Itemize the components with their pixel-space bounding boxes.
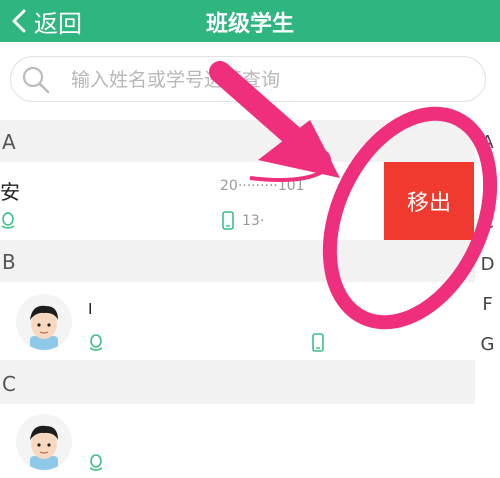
avatar-icon — [30, 425, 58, 470]
section-header-a: A — [0, 122, 475, 162]
student-name: 安 — [0, 180, 20, 204]
index-letter-g[interactable]: G — [475, 334, 500, 355]
index-letter-d[interactable]: D — [475, 254, 500, 275]
qq-icon — [1, 212, 15, 229]
index-letter-b[interactable]: B — [475, 172, 500, 193]
student-name: I — [88, 300, 93, 318]
alphabet-index-bar[interactable]: A B C D F G — [475, 120, 500, 478]
phone-icon — [312, 333, 324, 352]
student-id: 20·········101 — [220, 178, 305, 194]
search-input[interactable] — [71, 63, 471, 97]
student-row[interactable] — [0, 404, 475, 478]
section-header-c: C — [0, 364, 475, 404]
search-box[interactable] — [10, 56, 486, 102]
index-letter-c[interactable]: C — [475, 212, 500, 233]
search-icon — [22, 66, 50, 94]
avatar-icon — [30, 305, 58, 350]
index-letter-f[interactable]: F — [475, 294, 500, 315]
section-header-b: B — [0, 242, 475, 282]
phone-icon — [222, 211, 234, 230]
navigation-bar: 返回 班级学生 — [0, 0, 500, 42]
avatar — [16, 414, 72, 470]
qq-icon — [89, 454, 103, 471]
remove-button[interactable]: 移出 — [384, 162, 474, 240]
page-title: 班级学生 — [205, 12, 294, 37]
avatar — [16, 294, 72, 350]
student-row[interactable]: I — [0, 282, 475, 360]
qq-icon — [89, 334, 103, 351]
student-phone: 13· — [242, 213, 265, 229]
index-letter-a[interactable]: A — [475, 132, 500, 153]
search-area — [0, 42, 500, 120]
